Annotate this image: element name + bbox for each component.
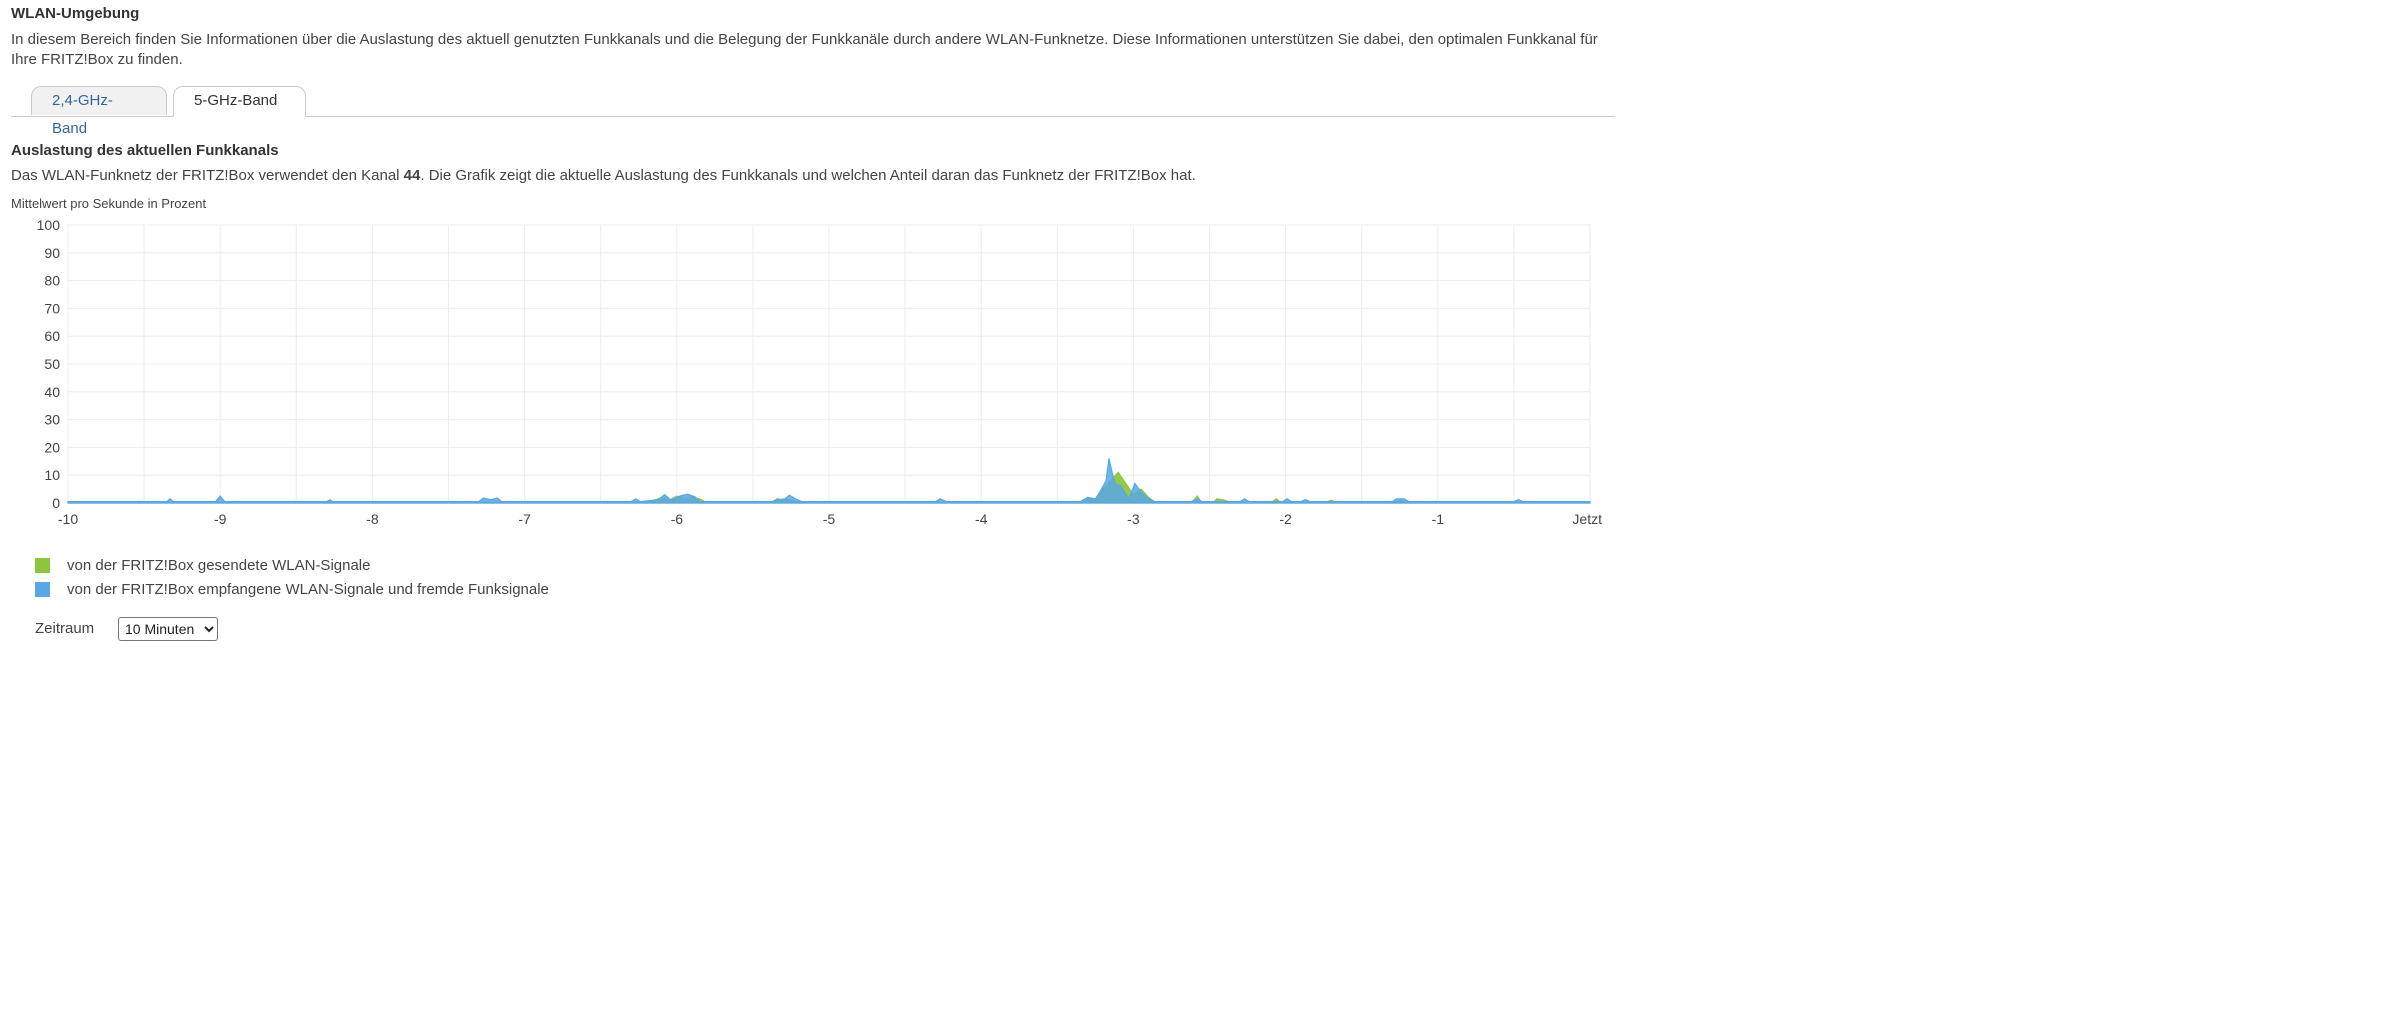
x-tick-label: -3 [1127, 511, 1140, 527]
y-tick-label: 100 [37, 217, 61, 233]
band-tabs: 2,4-GHz-Band 5-GHz-Band [11, 86, 1615, 137]
section-title: Auslastung des aktuellen Funkkanals [11, 142, 279, 159]
y-tick-label: 60 [44, 328, 60, 344]
legend-swatch-received [35, 582, 50, 597]
page-intro: In diesem Bereich finden Sie Information… [11, 31, 1598, 68]
zeitraum-label: Zeitraum [35, 620, 95, 637]
y-tick-label: 10 [44, 467, 60, 483]
y-tick-label: 40 [44, 384, 60, 400]
x-tick-label: -6 [671, 511, 684, 527]
x-tick-label: -1 [1432, 511, 1445, 527]
legend-swatch-sent [35, 558, 50, 573]
chart-unit-label: Mittelwert pro Sekunde in Prozent [11, 196, 207, 211]
channel-load-chart: 0 10 20 30 40 50 60 70 80 90 100 -10 -9 -8 -7 -6 -5 -4 -3 -… [37, 217, 1602, 527]
y-tick-label: 90 [44, 245, 60, 261]
x-tick-label: Jetzt [1572, 511, 1602, 527]
x-tick-label: -8 [366, 511, 379, 527]
x-tick-label: -7 [518, 511, 531, 527]
y-tick-label: 0 [52, 495, 60, 511]
x-tick-label: -9 [214, 511, 227, 527]
wlan-page: WLAN-Umgebung In diesem Bereich finden S… [0, 0, 2398, 1012]
y-tick-label: 20 [44, 439, 60, 455]
tab-5ghz[interactable]: 5-GHz-Band [173, 86, 306, 117]
tab-2-4ghz[interactable]: 2,4-GHz-Band [31, 86, 167, 137]
y-tick-label: 30 [44, 412, 60, 428]
x-tick-label: -10 [58, 511, 78, 527]
x-tick-label: -5 [823, 511, 836, 527]
zeitraum-select[interactable]: 10 Minuten [118, 617, 218, 641]
desc-before: Das WLAN-Funknetz der FRITZ!Box verwende… [11, 167, 404, 184]
y-tick-label: 80 [44, 273, 60, 289]
legend-label-sent: von der FRITZ!Box gesendete WLAN-Signale [67, 557, 371, 574]
y-tick-label: 70 [44, 300, 60, 316]
legend-label-received: von der FRITZ!Box empfangene WLAN-Signal… [67, 581, 549, 598]
y-tick-label: 50 [44, 356, 60, 372]
desc-after: . Die Grafik zeigt die aktuelle Auslastu… [420, 167, 1196, 184]
x-tick-label: -2 [1279, 511, 1292, 527]
section-description: Das WLAN-Funknetz der FRITZ!Box verwende… [11, 167, 1196, 184]
channel-number: 44 [403, 167, 421, 184]
page-title: WLAN-Umgebung [11, 5, 140, 22]
x-tick-label: -4 [975, 511, 988, 527]
